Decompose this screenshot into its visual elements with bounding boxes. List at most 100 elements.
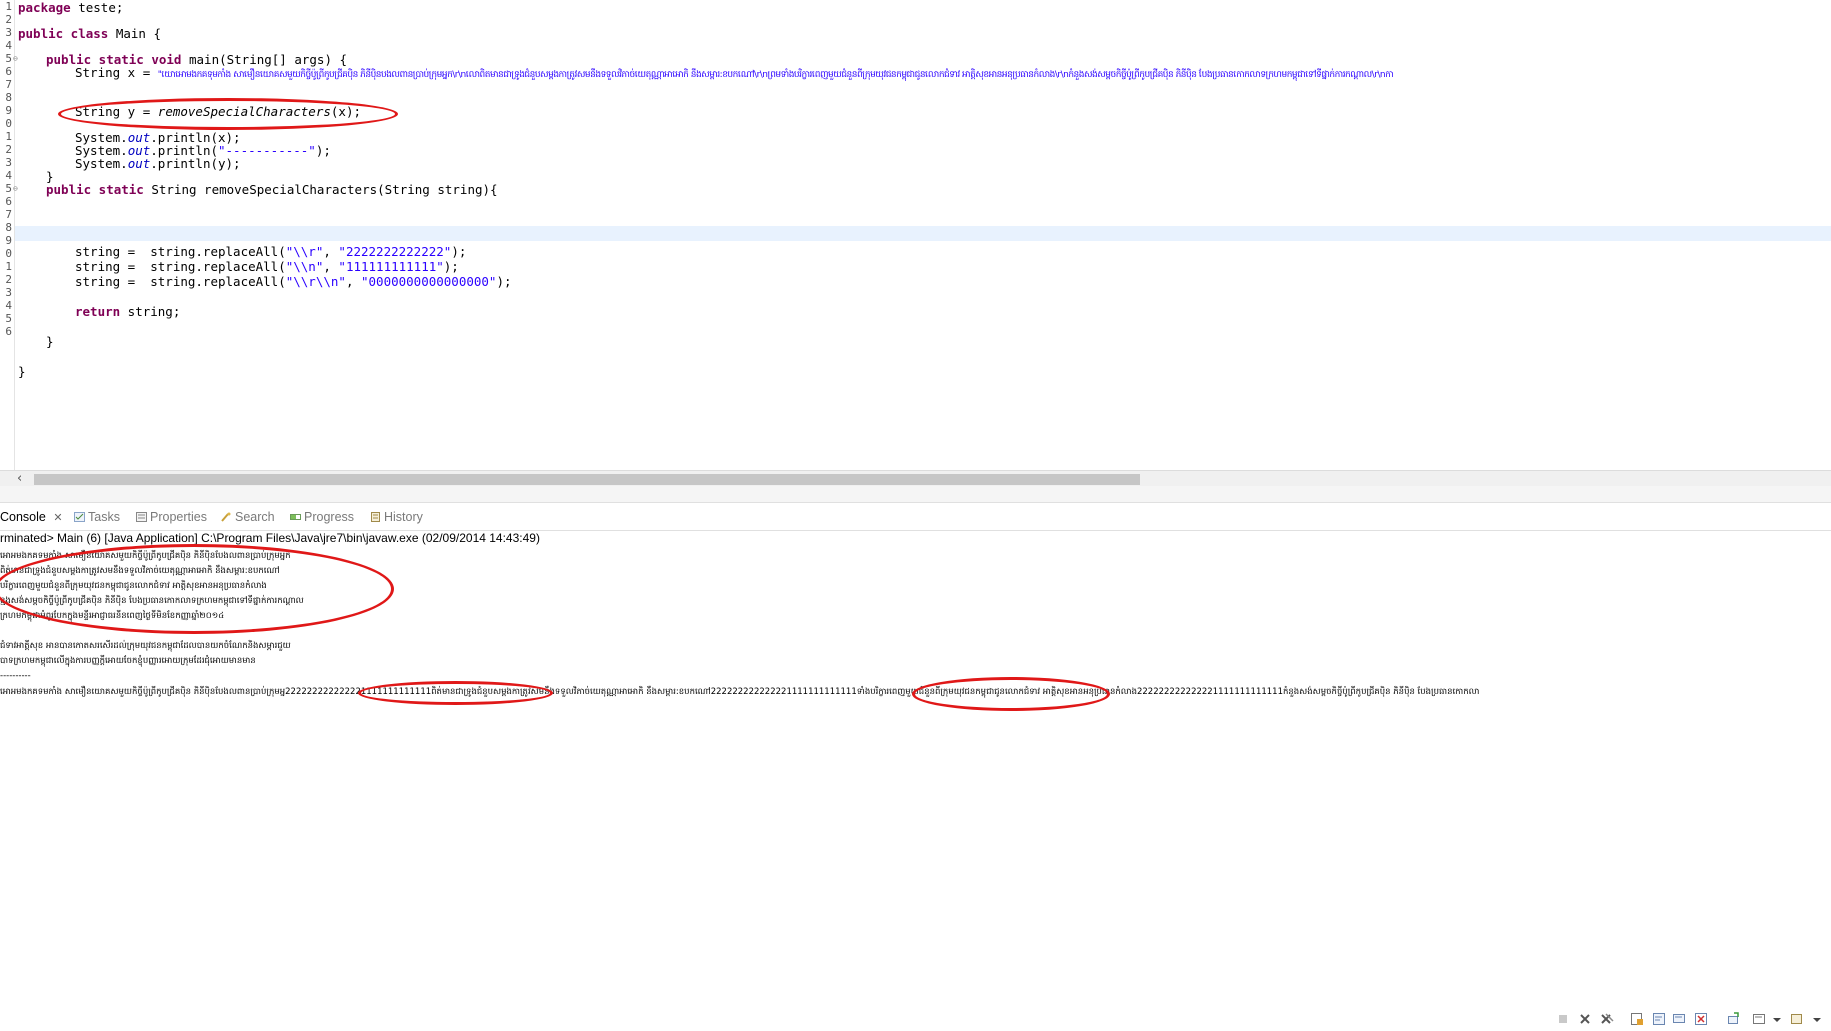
line-number: 9 bbox=[5, 104, 12, 117]
close-icon[interactable]: ✕ bbox=[53, 512, 62, 524]
code-token: , bbox=[345, 274, 361, 289]
code-line[interactable]: } bbox=[18, 364, 26, 379]
fold-marker-icon[interactable]: ⊖ bbox=[13, 182, 21, 196]
display-console-icon[interactable] bbox=[1694, 1012, 1708, 1026]
code-token: String removeSpecialCharacters(String st… bbox=[143, 182, 498, 197]
console-line: អោអមងកគទមកាំង សាមឿនយោគសមួយកិច្ចីប៉ូព្រីក… bbox=[0, 687, 1480, 697]
tab-search[interactable]: Search bbox=[221, 510, 275, 524]
string-literal: "\\n" bbox=[285, 259, 324, 274]
line-number: 7 bbox=[5, 78, 12, 91]
line-number: 2 bbox=[5, 273, 12, 286]
code-token: System. bbox=[75, 156, 128, 171]
code-line[interactable]: public static String removeSpecialCharac… bbox=[46, 182, 498, 197]
console-line: ជំទាវអាត្តីសុខ អានបានកោតសរសើរដល់ក្រុមយុវ… bbox=[0, 641, 291, 651]
string-literal: "\\r\\n" bbox=[285, 274, 346, 289]
code-token: ); bbox=[451, 244, 467, 259]
terminate-icon[interactable] bbox=[1556, 1012, 1570, 1026]
line-number: 9 bbox=[5, 234, 12, 247]
pin-console-icon[interactable] bbox=[1672, 1012, 1686, 1026]
code-line[interactable]: } bbox=[46, 334, 54, 349]
fold-marker-icon[interactable]: ⊖ bbox=[13, 52, 21, 66]
code-line[interactable]: return string; bbox=[75, 304, 180, 319]
code-token: ); bbox=[315, 143, 331, 158]
remove-all-icon[interactable] bbox=[1600, 1012, 1614, 1026]
code-token: , bbox=[323, 259, 339, 274]
line-number: 6 bbox=[5, 65, 12, 78]
console-line: បាទក្រហមកម្ពុជាលើក្នុងការបញ្ញក្តីអោយចែកខ… bbox=[0, 656, 256, 666]
annotation-oval bbox=[0, 544, 394, 634]
code-token: ); bbox=[496, 274, 512, 289]
scrollbar-thumb[interactable] bbox=[34, 474, 1140, 485]
code-editor[interactable]: 1 2 3 4 5 ⊖ 6 7 8 9 0 1 2 3 4 5 ⊖ 6 7 8 … bbox=[0, 0, 1831, 475]
string-literal: "យោអោមងកគទុមកាំង សាមឿនយោគសមួយកិច្ចីប៉ូព្… bbox=[157, 70, 1394, 80]
line-number: 3 bbox=[5, 156, 12, 169]
line-number: 0 bbox=[5, 117, 12, 130]
line-number: 5 bbox=[5, 312, 12, 325]
line-number: 1 bbox=[5, 260, 12, 273]
string-literal: "0000000000000000" bbox=[361, 274, 497, 289]
line-number: 5 bbox=[5, 182, 12, 195]
string-literal: "111111111111" bbox=[338, 259, 444, 274]
line-number: 8 bbox=[5, 91, 12, 104]
code-token: ); bbox=[443, 259, 459, 274]
tab-history[interactable]: History bbox=[370, 510, 423, 524]
keyword-token: public static bbox=[46, 182, 144, 197]
console-tab-bar: Console ✕ Tasks Properties Search Progre… bbox=[0, 504, 1831, 1025]
chevron-down-icon[interactable] bbox=[1810, 1012, 1824, 1026]
line-number: 7 bbox=[5, 208, 12, 221]
remove-launch-icon[interactable] bbox=[1578, 1012, 1592, 1026]
chevron-down-icon[interactable] bbox=[1770, 1012, 1784, 1026]
code-token: .println(y); bbox=[150, 156, 241, 171]
annotation-oval bbox=[58, 98, 398, 130]
line-number: 3 bbox=[5, 26, 12, 39]
annotation-oval bbox=[912, 677, 1110, 711]
tab-label: Console bbox=[0, 510, 46, 524]
tab-label: Search bbox=[235, 510, 275, 524]
code-line[interactable]: public class Main { bbox=[18, 26, 161, 41]
line-number: 2 bbox=[5, 143, 12, 156]
annotation-oval bbox=[358, 681, 553, 705]
progress-icon bbox=[290, 511, 301, 521]
string-literal: "\\r" bbox=[285, 244, 324, 259]
open-console-icon[interactable] bbox=[1752, 1012, 1766, 1026]
line-number: 6 bbox=[5, 195, 12, 208]
keyword-token: package bbox=[18, 0, 71, 15]
line-number: 4 bbox=[5, 299, 12, 312]
line-number-gutter: 1 2 3 4 5 ⊖ 6 7 8 9 0 1 2 3 4 5 ⊖ 6 7 8 … bbox=[0, 0, 18, 475]
line-number: 6 bbox=[5, 325, 12, 338]
keyword-token: return bbox=[75, 304, 121, 319]
string-literal: "2222222222222" bbox=[338, 244, 452, 259]
code-token: string = string.replaceAll( bbox=[75, 259, 286, 274]
console-output[interactable]: អោអមងកគទមកាំង សាមឿនយោគសមួយកិច្ចីប៉ូព្រីក… bbox=[0, 544, 1831, 732]
field-token: out bbox=[127, 156, 151, 171]
tab-label: Progress bbox=[304, 510, 355, 524]
tab-progress[interactable]: Progress bbox=[290, 510, 354, 524]
code-line[interactable]: string = string.replaceAll("\\n", "11111… bbox=[75, 259, 459, 274]
properties-icon bbox=[136, 511, 147, 522]
tab-label: Properties bbox=[150, 510, 207, 524]
view-menu-icon[interactable] bbox=[1790, 1012, 1804, 1026]
word-wrap-icon[interactable] bbox=[1652, 1012, 1666, 1026]
scroll-lock-icon[interactable] bbox=[1630, 1012, 1644, 1026]
tab-properties[interactable]: Properties bbox=[136, 510, 207, 524]
code-line[interactable]: string = string.replaceAll("\\r\\n", "00… bbox=[75, 274, 512, 289]
horizontal-scrollbar[interactable]: ‹ bbox=[0, 470, 1831, 487]
tab-tasks[interactable]: Tasks bbox=[74, 510, 120, 524]
code-token: , bbox=[323, 244, 339, 259]
code-token: string = string.replaceAll( bbox=[75, 274, 286, 289]
code-line[interactable]: System.out.println(y); bbox=[75, 156, 241, 171]
line-number: 0 bbox=[5, 247, 12, 260]
line-number: 4 bbox=[5, 39, 12, 52]
line-number: 3 bbox=[5, 286, 12, 299]
keyword-token: public class bbox=[18, 26, 109, 41]
tab-console[interactable]: Console ✕ bbox=[0, 510, 63, 524]
line-number: 4 bbox=[5, 169, 12, 182]
code-token: string; bbox=[120, 304, 181, 319]
scroll-left-icon[interactable]: ‹ bbox=[17, 471, 22, 486]
code-line[interactable]: String x = "យោអោមងកគទុមកាំង សាមឿនយោគសមួយ… bbox=[75, 65, 1394, 83]
new-console-icon[interactable] bbox=[1726, 1012, 1740, 1026]
console-status-line: rminated> Main (6) [Java Application] C:… bbox=[0, 531, 540, 545]
code-line[interactable]: package teste; bbox=[18, 0, 123, 15]
panel-divider[interactable] bbox=[0, 486, 1831, 503]
code-line[interactable]: string = string.replaceAll("\\r", "22222… bbox=[75, 244, 466, 259]
